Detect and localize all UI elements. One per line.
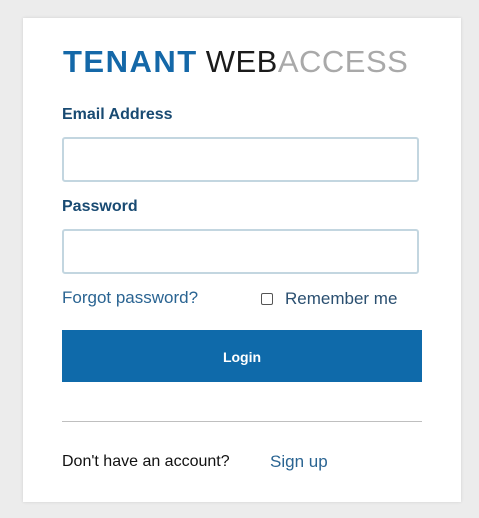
divider	[62, 421, 422, 422]
password-label: Password	[62, 198, 138, 215]
logo-access-text: ACCESS	[277, 44, 409, 79]
sign-up-link[interactable]: Sign up	[270, 452, 328, 472]
no-account-text: Don't have an account?	[62, 453, 230, 470]
logo-tenant-text: TENANT	[63, 44, 198, 79]
tenant-webaccess-logo: TENANT WEBACCESS	[63, 44, 408, 80]
logo-web-text: WEB	[205, 44, 278, 79]
email-label: Email Address	[62, 106, 173, 123]
login-button[interactable]: Login	[62, 330, 422, 382]
forgot-password-link[interactable]: Forgot password?	[62, 288, 198, 308]
remember-me: Remember me	[261, 289, 397, 309]
email-field[interactable]	[62, 137, 419, 182]
remember-me-checkbox[interactable]	[261, 293, 273, 305]
remember-me-label[interactable]: Remember me	[285, 289, 397, 309]
login-card: TENANT WEBACCESS Email Address Password F…	[23, 18, 461, 502]
password-field[interactable]	[62, 229, 419, 274]
